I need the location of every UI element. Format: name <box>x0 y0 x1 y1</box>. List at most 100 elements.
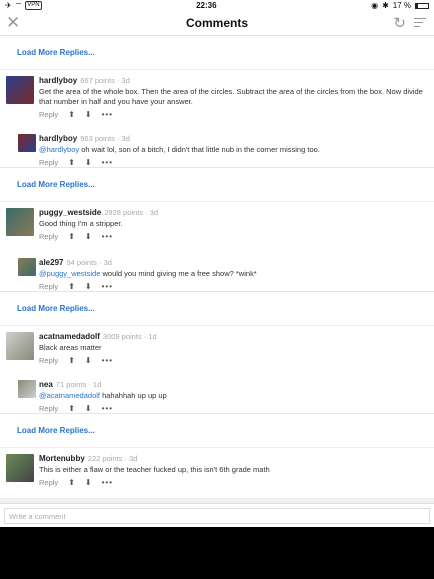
meta-separator: · <box>114 134 122 143</box>
load-more-replies-button[interactable]: Load More Replies... <box>0 168 434 201</box>
comment-author[interactable]: puggy_westside <box>39 208 101 217</box>
comment-points: 71 points <box>55 380 87 389</box>
comment-meta: puggy_westside 2928 points · 3d <box>39 208 426 217</box>
sort-icon[interactable] <box>414 18 426 30</box>
avatar[interactable] <box>6 454 34 482</box>
downvote-icon[interactable]: ⬇ <box>85 232 92 241</box>
comment-points: 667 points <box>80 76 115 85</box>
comment-feed[interactable]: Load More Replies... hardlyboy 667 points … <box>0 36 434 498</box>
comment-points: 3009 points <box>102 332 142 341</box>
reply-button[interactable]: Reply <box>39 478 58 487</box>
more-options-icon[interactable]: ••• <box>102 232 113 241</box>
reply-button[interactable]: Reply <box>39 158 58 167</box>
reply-comment: ale297 94 points · 3d @puggy_westside woul… <box>0 246 434 291</box>
load-more-replies-button[interactable]: Load More Replies... <box>0 414 434 447</box>
more-options-icon[interactable]: ••• <box>102 404 113 413</box>
reply-button[interactable]: Reply <box>39 356 58 365</box>
comment-body: ale297 94 points · 3d @puggy_westside woul… <box>39 258 434 291</box>
comment-meta: ale297 94 points · 3d <box>39 258 426 267</box>
comment-actions: Reply ⬆ ⬇ ••• <box>39 110 426 119</box>
comment-mention[interactable]: @acatnamedadolf <box>39 391 100 400</box>
upvote-icon[interactable]: ⬆ <box>68 356 75 365</box>
comment-meta: hardlyboy 667 points · 3d <box>39 76 426 85</box>
bluetooth-icon: ✱ <box>382 1 389 10</box>
avatar[interactable] <box>6 332 34 360</box>
upvote-icon[interactable]: ⬆ <box>68 232 75 241</box>
avatar[interactable] <box>18 380 36 398</box>
comment-age: 1d <box>148 332 157 341</box>
comment-text-content: would you mind giving me a free show? *w… <box>100 269 257 278</box>
upvote-icon[interactable]: ⬆ <box>68 158 75 167</box>
reply-button[interactable]: Reply <box>39 110 58 119</box>
comment-thread: Mortenubby 222 points · 3d This is either … <box>0 448 434 498</box>
avatar[interactable] <box>18 134 36 152</box>
downvote-icon[interactable]: ⬇ <box>85 282 92 291</box>
comment-points: 963 points <box>80 134 115 143</box>
page-title: Comments <box>185 16 248 30</box>
comment-thread: puggy_westside 2928 points · 3d Good thing… <box>0 202 434 292</box>
status-bar: ✈ ⌔ VPN 22:36 ◉ ✱ 17 % <box>0 0 434 11</box>
reply-button[interactable]: Reply <box>39 232 58 241</box>
comment-meta: nea 71 points · 1d <box>39 380 426 389</box>
upvote-icon[interactable]: ⬆ <box>68 110 75 119</box>
comment-text: @puggy_westside would you mind giving me… <box>39 269 426 279</box>
downvote-icon[interactable]: ⬇ <box>85 404 92 413</box>
comment-text-content: hahahhah up up up <box>100 391 167 400</box>
comment-text-content: Good thing I'm a stripper. <box>39 219 123 228</box>
comment-age: 1d <box>92 380 102 389</box>
avatar[interactable] <box>6 76 34 104</box>
comment-author[interactable]: ale297 <box>39 258 63 267</box>
comment-mention[interactable]: @puggy_westside <box>39 269 100 278</box>
more-options-icon[interactable]: ••• <box>102 356 113 365</box>
comment-text: Get the area of the whole box. Then the … <box>39 87 426 107</box>
upvote-icon[interactable]: ⬆ <box>68 404 75 413</box>
status-time: 22:36 <box>196 1 217 10</box>
comment-input[interactable] <box>4 508 430 524</box>
upvote-icon[interactable]: ⬆ <box>68 282 75 291</box>
comment-body: hardlyboy 667 points · 3d Get the area of … <box>39 76 434 119</box>
comment-body: hardlyboy 963 points · 3d @hardlyboy oh wa… <box>39 134 434 167</box>
comment-author[interactable]: hardlyboy <box>39 134 77 143</box>
comment-mention[interactable]: @hardlyboy <box>39 145 79 154</box>
comment-text: This is either a flaw or the teacher fuc… <box>39 465 426 475</box>
downvote-icon[interactable]: ⬇ <box>85 158 92 167</box>
avatar[interactable] <box>18 258 36 276</box>
reply-button[interactable]: Reply <box>39 282 58 291</box>
avatar[interactable] <box>6 208 34 236</box>
comment-points: 2928 points <box>104 208 144 217</box>
reply-button[interactable]: Reply <box>39 404 58 413</box>
comment-text-content: Get the area of the whole box. Then the … <box>39 87 423 106</box>
comment: Mortenubby 222 points · 3d This is either … <box>0 448 434 496</box>
comment-text: Good thing I'm a stripper. <box>39 219 426 229</box>
comment-actions: Reply ⬆ ⬇ ••• <box>39 478 426 487</box>
comment-author[interactable]: nea <box>39 380 53 389</box>
comment-actions: Reply ⬆ ⬇ ••• <box>39 356 426 365</box>
more-options-icon[interactable]: ••• <box>102 282 113 291</box>
more-options-icon[interactable]: ••• <box>102 478 113 487</box>
downvote-icon[interactable]: ⬇ <box>85 356 92 365</box>
comment-author[interactable]: Mortenubby <box>39 454 85 463</box>
downvote-icon[interactable]: ⬇ <box>85 478 92 487</box>
comment-author[interactable]: acatnamedadolf <box>39 332 100 341</box>
airplane-icon: ✈ <box>5 1 12 10</box>
load-more-replies-button[interactable]: Load More Replies... <box>0 36 434 69</box>
more-options-icon[interactable]: ••• <box>102 110 113 119</box>
comment-actions: Reply ⬆ ⬇ ••• <box>39 158 426 167</box>
meta-separator: · <box>86 380 93 389</box>
comment: hardlyboy 667 points · 3d Get the area of … <box>0 70 434 120</box>
comment-body: Mortenubby 222 points · 3d This is either … <box>39 454 434 487</box>
refresh-icon[interactable]: ↻ <box>393 14 406 32</box>
rotation-lock-icon: ◉ <box>371 1 379 10</box>
downvote-icon[interactable]: ⬇ <box>85 110 92 119</box>
comment-age: 3d <box>121 76 130 85</box>
comment-text: @acatnamedadolf hahahhah up up up <box>39 391 426 401</box>
upvote-icon[interactable]: ⬆ <box>68 478 75 487</box>
meta-separator: · <box>143 208 150 217</box>
load-more-replies-button[interactable]: Load More Replies... <box>0 292 434 325</box>
more-options-icon[interactable]: ••• <box>102 158 113 167</box>
comment-author[interactable]: hardlyboy <box>39 76 77 85</box>
comments-screen: ✈ ⌔ VPN 22:36 ◉ ✱ 17 % ✕ Comments ↻ Load… <box>0 0 434 527</box>
comment-text: Black areas matter <box>39 343 426 353</box>
wifi-icon: ⌔ <box>14 0 23 10</box>
comment-age: 3d <box>103 258 112 267</box>
